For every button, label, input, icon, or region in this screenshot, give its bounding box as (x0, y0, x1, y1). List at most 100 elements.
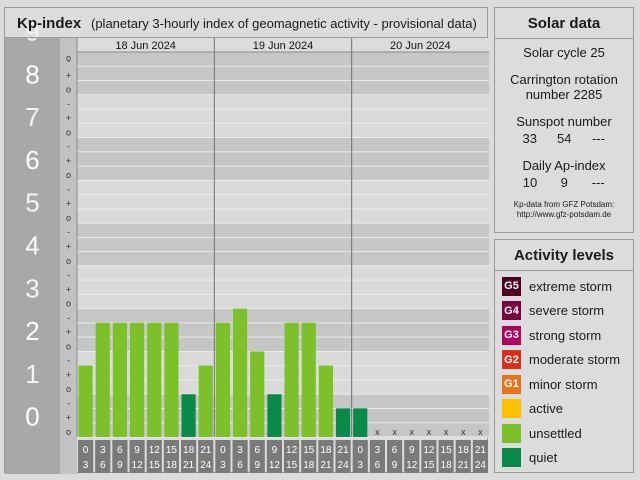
activity-levels-panel: Activity levels G5 extreme storm G4 seve… (494, 239, 634, 473)
minor-mark: + (66, 241, 71, 251)
hour-tick-start: 0 (220, 445, 226, 456)
legend-item-strong-storm: G3 strong storm (495, 323, 633, 348)
kp-bar (284, 322, 299, 437)
legend-item-extreme-storm: G5 extreme storm (495, 274, 633, 299)
sunspot-values: 33 54 --- (495, 131, 633, 146)
date-label: 20 Jun 2024 (390, 40, 451, 52)
carrington-line2: number 2285 (525, 87, 603, 102)
minor-mark: - (67, 356, 70, 366)
hour-tick-end: 24 (200, 460, 212, 471)
kp-chart: 0123456789o+-o+-o+-o+-o+-o+-o+-o+-o+-ox x… (5, 17, 489, 474)
hour-tick-start: 12 (286, 445, 298, 456)
hour-tick-end: 6 (375, 460, 381, 471)
legend-swatch-unsettled (502, 423, 521, 443)
legend-swatch-quiet (502, 448, 521, 468)
hour-tick-end: 6 (237, 460, 243, 471)
sunspot-value-day1: 33 (522, 131, 537, 146)
minor-mark: - (67, 227, 70, 237)
kp-bar (250, 351, 265, 437)
minor-mark: - (67, 313, 70, 323)
hour-tick-start: 3 (375, 445, 381, 456)
solar-data-panel: Solar data Solar cycle 25 Carrington rot… (494, 7, 634, 233)
hour-tick-start: 0 (83, 445, 89, 456)
kp-bar (95, 322, 110, 437)
minor-mark: o (66, 299, 71, 309)
y-tick-label: 2 (25, 316, 39, 346)
minor-mark: - (67, 398, 70, 408)
minor-mark: - (67, 184, 70, 194)
kp-bar (181, 394, 196, 437)
kp-row-band (77, 265, 489, 309)
legend-label: severe storm (529, 303, 605, 319)
minor-mark: o (66, 213, 71, 223)
sunspot-value-day2: 54 (557, 131, 572, 146)
hour-tick-start: 21 (338, 445, 350, 456)
hour-tick-end: 3 (357, 460, 363, 471)
y-tick-label: 0 (25, 402, 39, 432)
hour-tick-start: 15 (303, 445, 315, 456)
date-label: 18 Jun 2024 (115, 40, 176, 52)
kp-bar (147, 322, 162, 437)
hour-tick-start: 9 (272, 445, 278, 456)
kp-bar (233, 308, 248, 437)
legend-label: strong storm (529, 327, 602, 343)
date-label: 19 Jun 2024 (253, 40, 314, 52)
minor-mark: - (67, 99, 70, 109)
no-data-mark: x (444, 427, 449, 437)
hour-tick-start: 9 (409, 445, 415, 456)
hour-tick-end: 3 (220, 460, 226, 471)
hour-tick-end: 21 (320, 460, 332, 471)
no-data-mark: x (375, 427, 380, 437)
minor-mark: + (66, 327, 71, 337)
ap-index-values: 10 9 --- (495, 175, 633, 190)
hour-tick-end: 21 (183, 460, 195, 471)
legend-label: active (529, 401, 563, 417)
hour-tick-start: 12 (149, 445, 161, 456)
legend-swatch-g3: G3 (502, 325, 521, 345)
legend-swatch-g1: G1 (502, 374, 521, 394)
hour-tick-end: 18 (303, 460, 315, 471)
hour-tick-end: 18 (441, 460, 453, 471)
no-data-mark: x (392, 427, 397, 437)
hour-tick-start: 3 (237, 445, 243, 456)
hour-tick-start: 18 (320, 445, 332, 456)
kp-row-band (77, 180, 489, 224)
hour-tick-start: 0 (357, 445, 363, 456)
no-data-mark: x (478, 427, 483, 437)
minor-mark: + (66, 70, 71, 80)
y-tick-label: 7 (25, 102, 39, 132)
minor-mark: o (66, 127, 71, 137)
kp-bar (198, 365, 213, 437)
hour-tick-start: 6 (254, 445, 260, 456)
hour-tick-end: 15 (423, 460, 435, 471)
minor-mark: - (67, 270, 70, 280)
kp-bar (112, 322, 127, 437)
ap-index-label: Daily Ap-index (522, 158, 606, 173)
solar-data-title: Solar data (495, 8, 633, 39)
minor-mark: + (66, 156, 71, 166)
hour-tick-start: 3 (100, 445, 106, 456)
kp-bar (353, 408, 368, 437)
legend-swatch-g5: G5 (502, 276, 521, 296)
kp-row-band (77, 52, 489, 95)
solar-cycle: Solar cycle 25 (523, 45, 605, 60)
source-line1: Kp-data from GFZ Potsdam: (513, 200, 615, 209)
hour-tick-start: 6 (392, 445, 398, 456)
legend-item-unsettled: unsettled (495, 421, 633, 446)
kp-bar (301, 322, 316, 437)
kp-row-band (77, 137, 489, 181)
y-tick-label: 1 (25, 359, 39, 389)
kp-bar (267, 394, 282, 437)
y-tick-label: 3 (25, 273, 39, 303)
legend-label: unsettled (529, 425, 582, 441)
minor-mark: + (66, 199, 71, 209)
no-data-mark: x (410, 427, 415, 437)
legend-swatch-g4: G4 (502, 301, 521, 321)
minor-mark: + (66, 284, 71, 294)
kp-index-panel: 0 1 2 3 4 5 6 7 8 9 o + - o + - o + - o + - o + - o + - o + - o + - o + - o x x… (4, 7, 489, 474)
ap-value-day2: 9 (560, 175, 568, 190)
kp-bar (78, 365, 93, 437)
y-tick-label: 5 (25, 188, 39, 218)
kp-row-band (77, 223, 489, 266)
minor-mark: + (66, 413, 71, 423)
